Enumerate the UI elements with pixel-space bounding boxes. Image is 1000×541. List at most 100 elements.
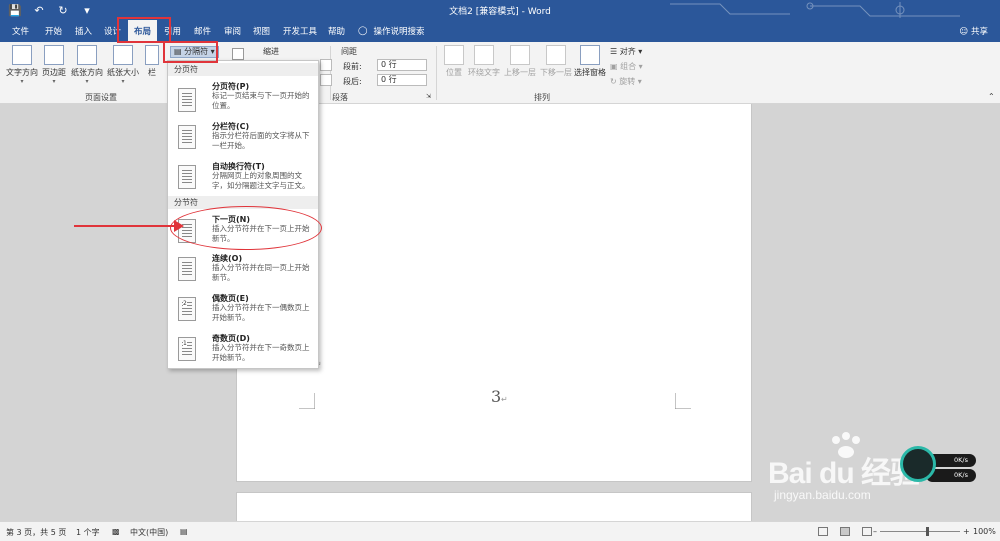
margins-button[interactable]: 页边距 ▾: [40, 45, 68, 85]
web-layout-icon[interactable]: [862, 527, 872, 536]
annotation-ellipse-next-page: [170, 206, 322, 250]
menu-item-desc: 插入分节符并在同一页上开始新节。: [212, 263, 310, 282]
wrap-text-icon: [474, 45, 494, 65]
columns-button[interactable]: 栏: [142, 45, 162, 78]
menu-item-desc: 分隔网页上的对象周围的文字，如分隔题注文字与正文。: [212, 171, 310, 190]
page-count[interactable]: 第 3 页，共 5 页: [6, 527, 66, 538]
print-layout-icon[interactable]: [840, 527, 850, 536]
rotate-button[interactable]: ↻ 旋转 ▾: [610, 76, 642, 87]
divider: [330, 46, 331, 100]
send-backward-button[interactable]: 下移一层: [539, 45, 573, 78]
menu-item-column-break[interactable]: 分栏符(C) 指示分栏符后面的文字将从下一栏开始。: [168, 119, 318, 159]
chevron-down-icon: ▾: [85, 78, 89, 85]
tell-me-search[interactable]: ◯ 操作说明搜索: [358, 25, 425, 37]
circuit-decoration-icon: [670, 2, 960, 18]
send-backward-icon: [546, 45, 566, 65]
tab-view[interactable]: 视图: [253, 25, 270, 37]
spacing-after-input[interactable]: 0 行: [377, 74, 427, 86]
crop-mark-icon: [675, 393, 691, 409]
speed-gauge-icon: [900, 446, 936, 482]
tab-review[interactable]: 审阅: [224, 25, 241, 37]
spacing-after-label: 段后:: [343, 77, 362, 86]
text-direction-icon: [12, 45, 32, 65]
bring-forward-label: 上移一层: [504, 68, 536, 77]
tab-mailings[interactable]: 邮件: [194, 25, 211, 37]
spacing-before-label: 段前:: [343, 62, 362, 71]
menu-item-continuous[interactable]: 连续(O) 插入分节符并在同一页上开始新节。: [168, 251, 318, 291]
chevron-down-icon: ▾: [52, 78, 56, 85]
tab-insert[interactable]: 插入: [75, 25, 92, 37]
tab-developer[interactable]: 开发工具: [283, 25, 317, 37]
indent-left-input[interactable]: [320, 59, 332, 71]
person-icon: ☺: [959, 27, 969, 37]
spacing-before-input[interactable]: 0 行: [377, 59, 427, 71]
indent-label: 缩进: [263, 47, 279, 56]
paper-size-icon: [113, 45, 133, 65]
columns-icon: [145, 45, 159, 65]
orientation-icon: [77, 45, 97, 65]
collapse-ribbon-icon[interactable]: ⌃: [988, 92, 995, 101]
menu-item-odd-page[interactable]: 1 奇数页(D) 插入分节符并在下一奇数页上开始新节。: [168, 331, 318, 369]
line-numbers-icon[interactable]: [232, 48, 244, 60]
tab-file[interactable]: 文件: [12, 25, 29, 37]
network-speed-widget: 0K/s 0K/s: [900, 446, 980, 486]
odd-page-icon-label: 1: [183, 340, 187, 347]
macro-icon[interactable]: ▤: [180, 527, 188, 536]
continuous-icon: [178, 257, 196, 281]
size-button[interactable]: 纸张大小 ▾: [106, 45, 140, 85]
tab-help[interactable]: 帮助: [328, 25, 345, 37]
menu-item-desc: 插入分节符并在下一奇数页上开始新节。: [212, 343, 310, 362]
align-button[interactable]: ☰ 对齐 ▾: [610, 46, 642, 57]
arrange-group-label: 排列: [534, 93, 550, 102]
menu-item-page-break[interactable]: 分页符(P) 标记一页结束与下一页开始的位置。: [168, 78, 318, 120]
wrap-text-button[interactable]: 环绕文字: [467, 45, 501, 78]
language[interactable]: 中文(中国): [130, 527, 168, 538]
word-count[interactable]: 1 个字: [76, 527, 100, 538]
zoom-level[interactable]: 100%: [973, 527, 996, 536]
share-button[interactable]: ☺ 共享: [959, 25, 988, 37]
crop-mark-icon: [299, 393, 315, 409]
zoom-out-icon[interactable]: –: [873, 527, 877, 536]
spacing-label: 间距: [341, 47, 357, 56]
group-label: 组合: [620, 62, 637, 71]
margins-icon: [44, 45, 64, 65]
indent-right-input[interactable]: [320, 74, 332, 86]
page-break-icon: [178, 88, 196, 112]
menu-item-desc: 插入分节符并在下一偶数页上开始新节。: [212, 303, 310, 322]
read-mode-icon[interactable]: [818, 527, 828, 536]
position-button[interactable]: 位置: [444, 45, 464, 78]
menu-item-desc: 标记一页结束与下一页开始的位置。: [212, 91, 310, 110]
position-icon: [444, 45, 464, 65]
orientation-button[interactable]: 纸张方向 ▾: [70, 45, 104, 85]
margins-label: 页边距: [42, 68, 66, 77]
status-bar: 第 3 页，共 5 页 1 个字 ▩ 中文(中国) ▤ – + 100%: [0, 521, 1000, 541]
bring-forward-button[interactable]: 上移一层: [503, 45, 537, 78]
text-direction-label: 文字方向: [6, 68, 38, 77]
chevron-down-icon: ▾: [20, 78, 24, 85]
paragraph-mark-icon: ↵: [501, 395, 508, 404]
dialog-launcher-icon[interactable]: ⇲: [426, 93, 431, 100]
tab-home[interactable]: 开始: [45, 25, 62, 37]
menu-item-text-wrapping-break[interactable]: 自动换行符(T) 分隔网页上的对象周围的文字，如分隔题注文字与正文。: [168, 159, 318, 199]
next-document-page[interactable]: [236, 492, 752, 521]
menu-item-even-page[interactable]: 2 偶数页(E) 插入分节符并在下一偶数页上开始新节。: [168, 291, 318, 331]
tell-me-label: 操作说明搜索: [373, 27, 425, 37]
columns-label: 栏: [148, 68, 156, 77]
annotation-highlight-breaks: [163, 41, 218, 63]
page-setup-group-label: 页面设置: [85, 93, 117, 102]
annotation-arrow-icon: [74, 220, 184, 232]
selection-pane-icon: [580, 45, 600, 65]
bring-forward-icon: [510, 45, 530, 65]
group-button[interactable]: ▣ 组合 ▾: [610, 61, 643, 72]
position-label: 位置: [446, 68, 462, 77]
selection-pane-label: 选择窗格: [574, 68, 606, 77]
zoom-slider[interactable]: [880, 531, 960, 532]
page-number: 3: [491, 387, 502, 406]
text-direction-button[interactable]: 文字方向 ▾: [6, 45, 38, 85]
spell-check-icon[interactable]: ▩: [112, 527, 120, 536]
selection-pane-button[interactable]: 选择窗格: [574, 45, 606, 78]
annotation-highlight-tab: [117, 17, 171, 43]
watermark-url: jingyan.baidu.com: [774, 488, 871, 502]
zoom-in-icon[interactable]: +: [963, 527, 970, 536]
zoom-slider-thumb[interactable]: [926, 527, 929, 536]
